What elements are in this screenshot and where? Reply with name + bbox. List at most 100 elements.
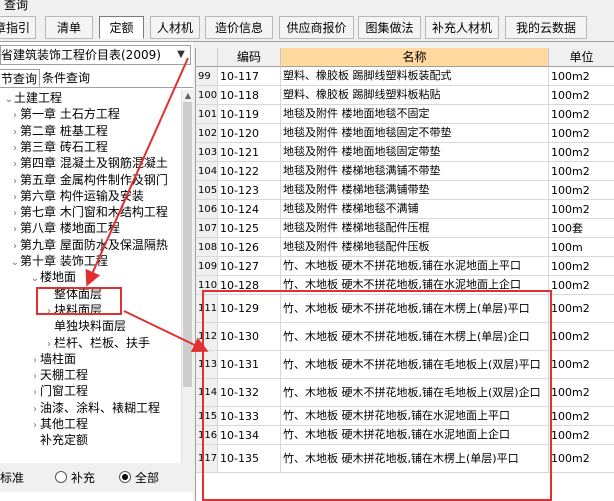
tree-node[interactable]: › 第九章 屋面防水及保温隔热 <box>10 237 168 253</box>
cell-unit[interactable]: 100m2 <box>549 276 614 294</box>
table-row[interactable]: 107 10-125 地毯及附件 楼梯地毯配件压棍 100套 <box>196 219 614 238</box>
tree-node[interactable]: › 第七章 木门窗和木结构工程 <box>10 204 168 220</box>
chevron-down-icon[interactable]: ▼ <box>174 46 188 64</box>
tab-8[interactable]: 我的云数据 <box>505 16 587 39</box>
row-number[interactable]: 110 <box>196 276 218 294</box>
cell-unit[interactable]: 100m <box>549 238 614 256</box>
cell-name[interactable]: 竹、木地板 硬木拼花地板,铺在木楞上(单层)平口 <box>281 445 549 472</box>
tab-0[interactable]: 章指引 <box>0 16 36 39</box>
tree-node[interactable]: › 油漆、涂料、裱糊工程 <box>30 400 160 416</box>
row-number[interactable]: 104 <box>196 162 218 180</box>
tab-3[interactable]: 人材机 <box>150 16 200 39</box>
tree-node[interactable]: 整体面层 <box>44 286 102 302</box>
cell-name[interactable]: 塑料、橡胶板 踢脚线塑料板装配式 <box>281 67 549 85</box>
chevron-down-icon[interactable]: ⌄ <box>30 271 40 287</box>
tree-node[interactable]: › 第一章 土石方工程 <box>10 106 120 122</box>
scroll-up-icon[interactable]: ▲ <box>182 90 194 102</box>
tree-node[interactable]: › 第二章 桩基工程 <box>10 123 108 139</box>
col-header-name[interactable]: 名称 <box>281 48 549 67</box>
row-number[interactable]: 116 <box>196 426 218 444</box>
row-number[interactable]: 115 <box>196 407 218 425</box>
tree-node[interactable]: › 栏杆、栏板、扶手 <box>44 335 150 351</box>
cell-unit[interactable]: 100m2 <box>549 181 614 199</box>
tree-node[interactable]: › 第三章 砖石工程 <box>10 139 108 155</box>
cell-name[interactable]: 竹、木地板 硬木不拼花地板,铺在木楞上(单层)企口 <box>281 323 549 350</box>
row-number[interactable]: 105 <box>196 181 218 199</box>
cell-name[interactable]: 竹、木地板 硬木不拼花地板,铺在毛地板上(双层)平口 <box>281 351 549 378</box>
tree-node[interactable]: › 第五章 金属构件制作及钢门 <box>10 172 168 188</box>
tree-node[interactable]: 补充定额 <box>30 432 88 448</box>
cell-name[interactable]: 竹、木地板 硬木拼花地板,铺在水泥地面上企口 <box>281 426 549 444</box>
table-row[interactable]: 111 10-129 竹、木地板 硬木不拼花地板,铺在木楞上(单层)平口 100m2 <box>196 295 614 323</box>
cell-unit[interactable]: 100m2 <box>549 323 614 350</box>
tree-node[interactable]: › 第四章 混凝土及钢筋混凝土 <box>10 155 168 171</box>
cell-code[interactable]: 10-127 <box>218 257 281 275</box>
table-row[interactable]: 117 10-135 竹、木地板 硬木拼花地板,铺在木楞上(单层)平口 100m2 <box>196 445 614 473</box>
cell-unit[interactable]: 100m2 <box>549 445 614 472</box>
cell-unit[interactable]: 100m2 <box>549 162 614 180</box>
radio-circle-icon[interactable] <box>119 471 131 483</box>
tree-node[interactable]: › 其他工程 <box>30 416 88 432</box>
cell-code[interactable]: 10-132 <box>218 379 281 406</box>
table-row[interactable]: 109 10-127 竹、木地板 硬木不拼花地板,铺在水泥地面上平口 100m2 <box>196 257 614 276</box>
cell-code[interactable]: 10-129 <box>218 295 281 322</box>
row-number[interactable]: 99 <box>196 67 218 85</box>
radio-all[interactable]: 全部 <box>119 469 159 486</box>
cell-unit[interactable]: 100m2 <box>549 105 614 123</box>
cell-name[interactable]: 地毯及附件 楼梯地毯不满铺 <box>281 200 549 218</box>
tab-7[interactable]: 补充人材机 <box>425 16 499 39</box>
cell-name[interactable]: 竹、木地板 硬木不拼花地板,铺在水泥地面上企口 <box>281 276 549 294</box>
table-row[interactable]: 108 10-126 地毯及附件 楼梯地毯配件压板 100m <box>196 238 614 257</box>
cell-code[interactable]: 10-121 <box>218 143 281 161</box>
tab-4[interactable]: 造价信息 <box>205 16 273 39</box>
cell-name[interactable]: 竹、木地板 硬木不拼花地板,铺在毛地板上(双层)企口 <box>281 379 549 406</box>
cell-unit[interactable]: 100m2 <box>549 379 614 406</box>
row-number[interactable]: 109 <box>196 257 218 275</box>
table-row[interactable]: 116 10-134 竹、木地板 硬木拼花地板,铺在水泥地面上企口 100m2 <box>196 426 614 445</box>
table-row[interactable]: 104 10-122 地毯及附件 楼梯地毯满铺不带垫 100m2 <box>196 162 614 181</box>
table-row[interactable]: 113 10-131 竹、木地板 硬木不拼花地板,铺在毛地板上(双层)平口 100m2 <box>196 351 614 379</box>
cell-unit[interactable]: 100m2 <box>549 67 614 85</box>
cell-unit[interactable]: 100m2 <box>549 295 614 322</box>
tab-2[interactable]: 定额 <box>99 16 144 39</box>
row-number[interactable]: 106 <box>196 200 218 218</box>
tree-node[interactable]: › 第六章 构件运输及安装 <box>10 188 144 204</box>
cell-code[interactable]: 10-131 <box>218 351 281 378</box>
row-number[interactable]: 108 <box>196 238 218 256</box>
cell-unit[interactable]: 100m2 <box>549 86 614 104</box>
cell-name[interactable]: 竹、木地板 硬木不拼花地板,铺在木楞上(单层)平口 <box>281 295 549 322</box>
tab-1[interactable]: 清单 <box>45 16 93 39</box>
tab-6[interactable]: 图集做法 <box>358 16 421 39</box>
row-number[interactable]: 107 <box>196 219 218 237</box>
table-row[interactable]: 106 10-124 地毯及附件 楼梯地毯不满铺 100m2 <box>196 200 614 219</box>
row-number[interactable]: 114 <box>196 379 218 406</box>
tree-node[interactable]: › 块料面层 <box>44 302 102 318</box>
chevron-down-icon[interactable]: ⌄ <box>10 255 20 271</box>
table-row[interactable]: 102 10-120 地毯及附件 楼地面地毯固定不带垫 100m2 <box>196 124 614 143</box>
cell-unit[interactable]: 100m2 <box>549 351 614 378</box>
cell-name[interactable]: 塑料、橡胶板 踢脚线塑料板粘贴 <box>281 86 549 104</box>
cell-unit[interactable]: 100m2 <box>549 407 614 425</box>
cell-name[interactable]: 竹、木地板 硬木不拼花地板,铺在水泥地面上平口 <box>281 257 549 275</box>
cell-name[interactable]: 地毯及附件 楼梯地毯满铺带垫 <box>281 181 549 199</box>
tree-node[interactable]: › 第八章 楼地面工程 <box>10 220 120 236</box>
cell-code[interactable]: 10-119 <box>218 105 281 123</box>
cell-code[interactable]: 10-135 <box>218 445 281 472</box>
table-row[interactable]: 114 10-132 竹、木地板 硬木不拼花地板,铺在毛地板上(双层)企口 100m2 <box>196 379 614 407</box>
cell-code[interactable]: 10-133 <box>218 407 281 425</box>
tree-node[interactable]: › 墙柱面 <box>30 351 76 367</box>
cell-code[interactable]: 10-120 <box>218 124 281 142</box>
row-number[interactable]: 113 <box>196 351 218 378</box>
cell-name[interactable]: 竹、木地板 硬木拼花地板,铺在水泥地面上平口 <box>281 407 549 425</box>
cell-code[interactable]: 10-126 <box>218 238 281 256</box>
cell-name[interactable]: 地毯及附件 楼梯地毯满铺不带垫 <box>281 162 549 180</box>
tree-node[interactable]: ⌄楼地面 <box>30 269 76 285</box>
scrollbar-thumb[interactable] <box>183 102 192 387</box>
table-row[interactable]: 100 10-118 塑料、橡胶板 踢脚线塑料板粘贴 100m2 <box>196 86 614 105</box>
row-number[interactable]: 103 <box>196 143 218 161</box>
cell-name[interactable]: 地毯及附件 楼地面地毯固定不带垫 <box>281 124 549 142</box>
cell-name[interactable]: 地毯及附件 楼梯地毯配件压棍 <box>281 219 549 237</box>
tree-node[interactable]: › 天棚工程 <box>30 367 88 383</box>
cell-code[interactable]: 10-118 <box>218 86 281 104</box>
cell-code[interactable]: 10-117 <box>218 67 281 85</box>
